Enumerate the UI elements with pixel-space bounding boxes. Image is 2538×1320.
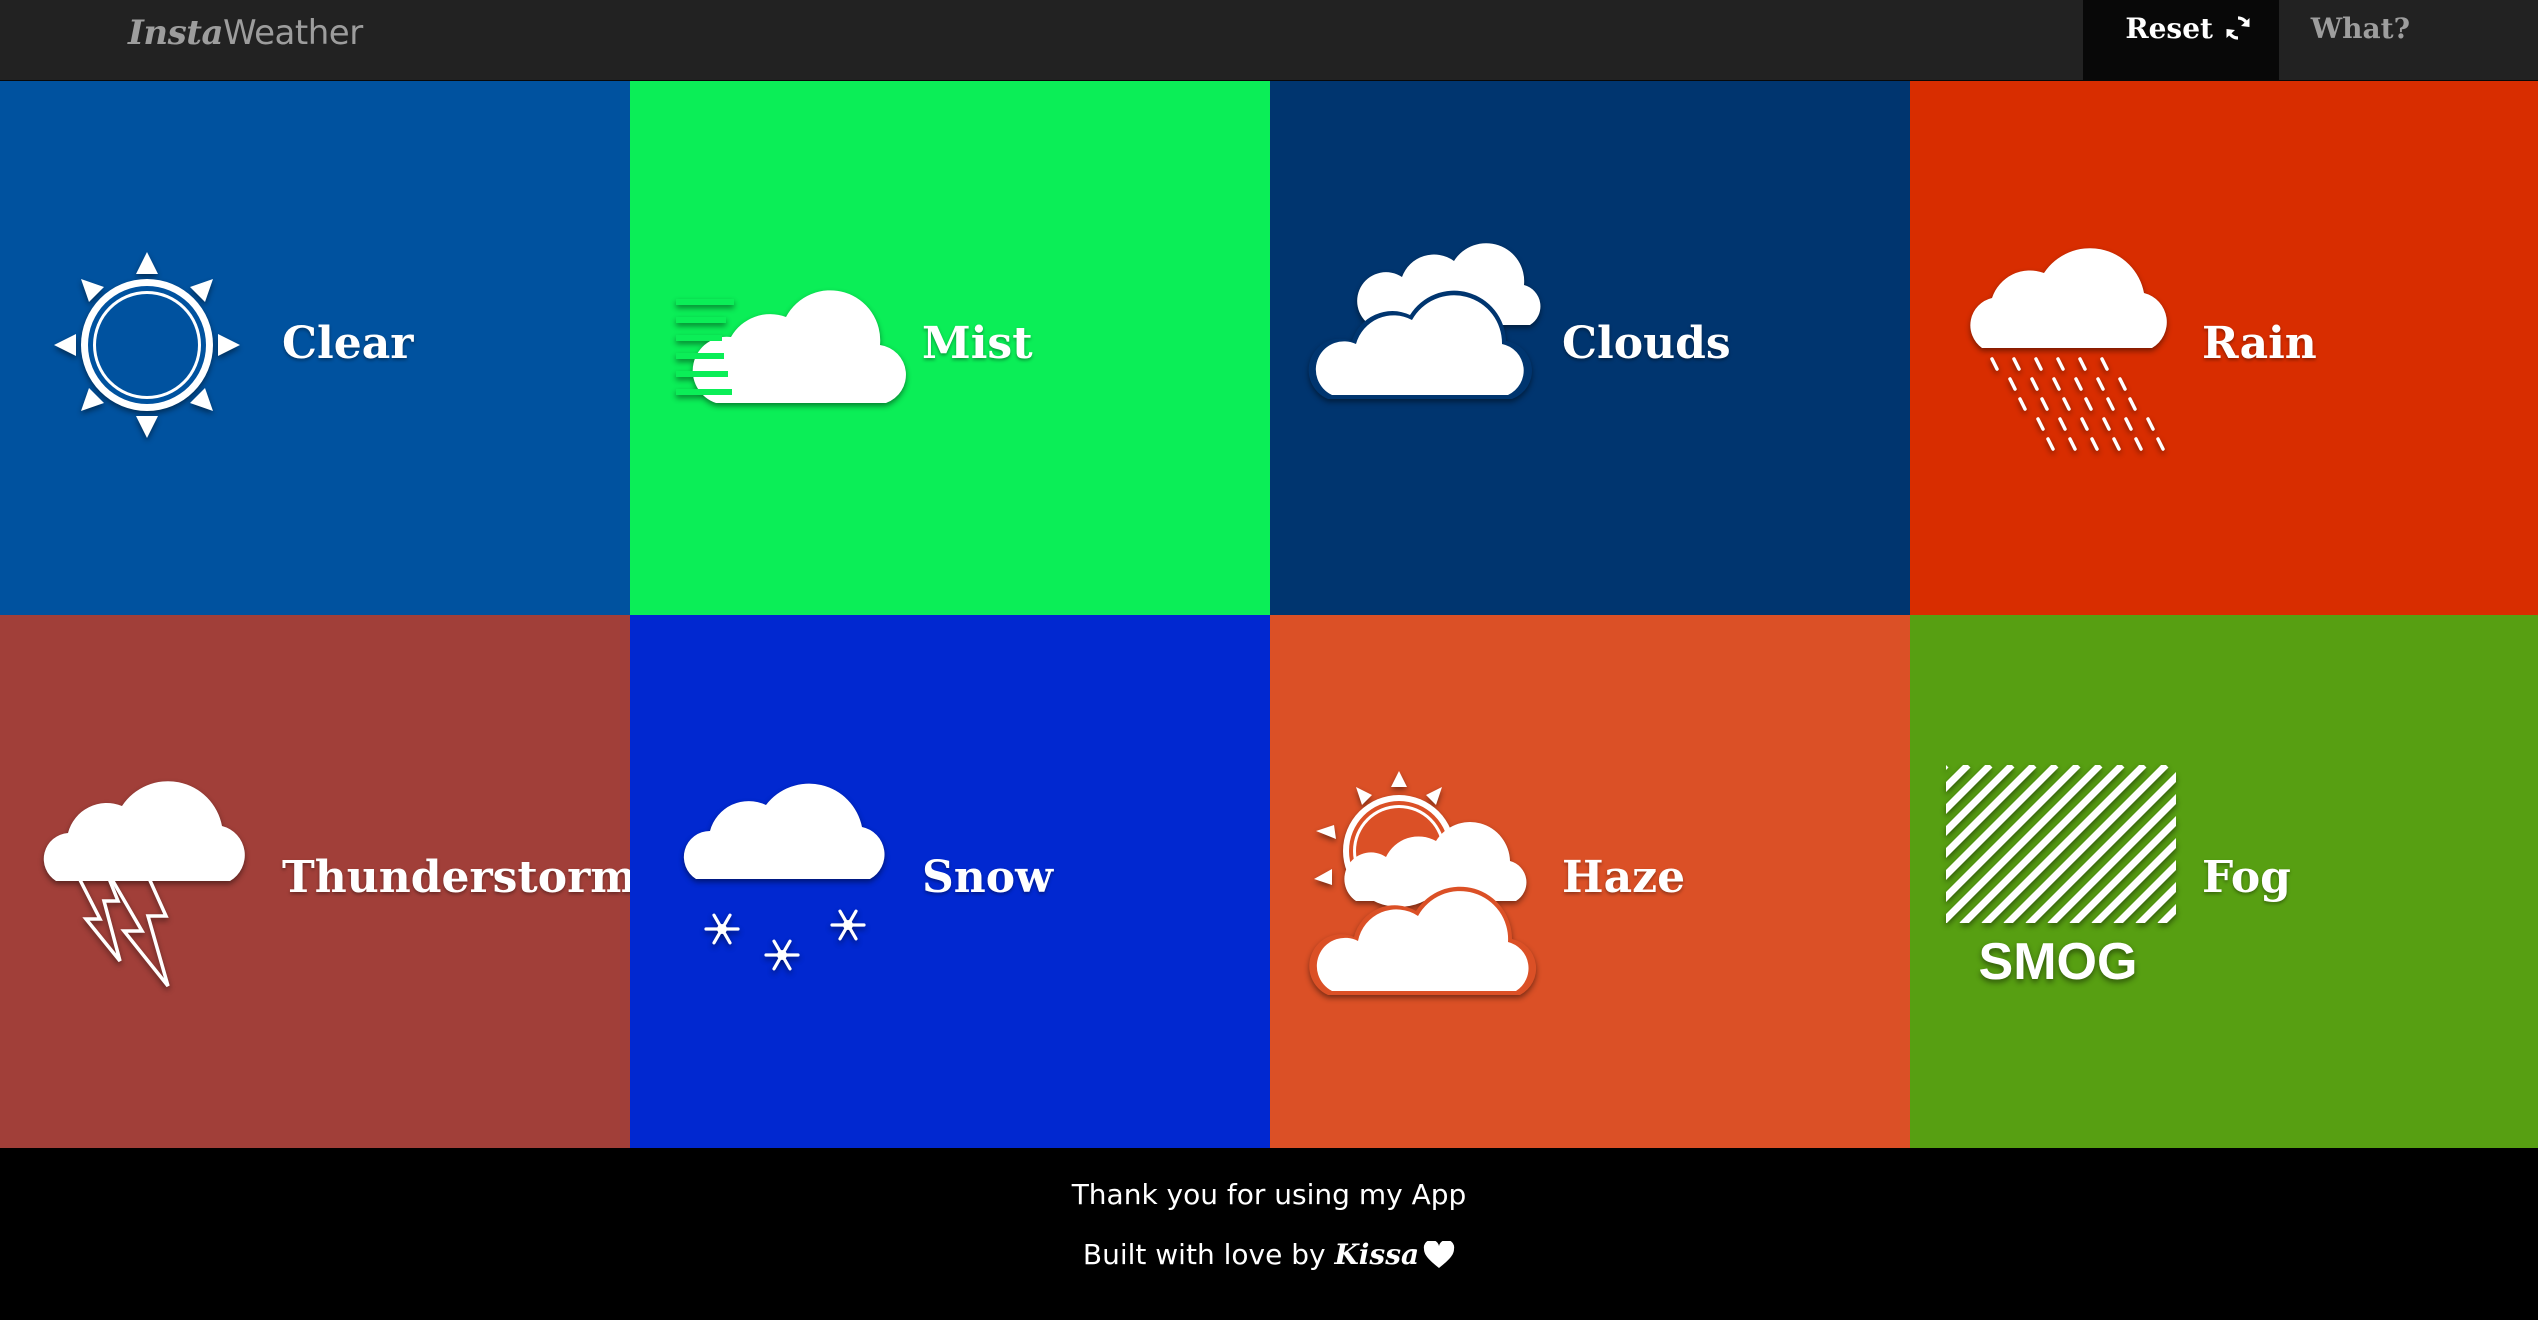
navbar: InstaWeather Reset What? <box>0 0 2538 81</box>
weather-grid: Clear Mist Clouds Rain Thunderstorm Snow… <box>0 81 2538 1148</box>
footer-thanks: Thank you for using my App <box>1071 1178 1467 1211</box>
haze-icon <box>1306 771 1537 1005</box>
snow-icon <box>682 779 892 983</box>
tile-label: Fog <box>2202 852 2291 903</box>
what-link[interactable]: What? <box>2279 0 2538 80</box>
tile-haze[interactable]: Haze <box>1270 615 1910 1148</box>
tile-label: Clear <box>282 318 414 369</box>
footer-credit-prefix: Built with love by <box>1082 1238 1326 1271</box>
thunderstorm-icon <box>38 781 248 995</box>
tile-label: Rain <box>2202 318 2317 369</box>
brand-part-insta: Insta <box>128 13 224 53</box>
tile-mist[interactable]: Mist <box>630 81 1270 615</box>
tile-label: Clouds <box>1562 318 1731 369</box>
heart-icon <box>1423 1239 1455 1276</box>
author-name[interactable]: Kissa <box>1334 1238 1419 1271</box>
tile-fog[interactable]: SMOG Fog <box>1910 615 2538 1148</box>
footer-credit: Built with love by Kissa <box>0 1238 2538 1276</box>
tile-clear[interactable]: Clear <box>0 81 630 615</box>
rain-icon <box>1962 243 2172 467</box>
nav-menu: Reset What? <box>2083 0 2538 80</box>
tile-snow[interactable]: Snow <box>630 615 1270 1148</box>
refresh-icon <box>2225 3 2251 61</box>
tile-thunderstorm[interactable]: Thunderstorm <box>0 615 630 1148</box>
tile-label: Snow <box>922 852 1053 903</box>
smog-text: SMOG <box>1979 933 2138 991</box>
reset-label: Reset <box>2125 12 2213 45</box>
brand-part-weather: Weather <box>223 13 363 53</box>
footer: Thank you for using my App Built with lo… <box>0 1148 2538 1320</box>
tile-label: Mist <box>922 318 1033 369</box>
reset-button[interactable]: Reset <box>2083 0 2279 80</box>
tile-rain[interactable]: Rain <box>1910 81 2538 615</box>
tile-label: Haze <box>1562 852 1686 903</box>
clouds-icon <box>1308 243 1541 409</box>
tile-clouds[interactable]: Clouds <box>1270 81 1910 615</box>
sun-icon <box>54 252 240 442</box>
mist-cloud-icon <box>676 277 906 411</box>
tile-label: Thunderstorm <box>282 852 630 903</box>
brand-logo[interactable]: InstaWeather <box>128 8 363 58</box>
smog-icon: SMOG <box>1946 765 2186 999</box>
